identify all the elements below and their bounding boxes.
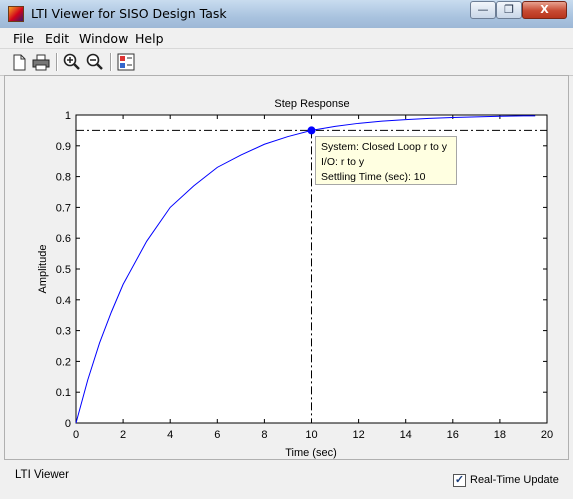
x-tick-label: 14 (400, 429, 412, 441)
chart-title: Step Response (274, 98, 349, 110)
minimize-button[interactable]: — (470, 1, 496, 19)
y-tick-label: 1 (65, 110, 71, 122)
plot-configuration-icon[interactable] (116, 52, 136, 72)
toolbar-separator (56, 53, 57, 71)
y-tick-label: 0.4 (56, 295, 71, 307)
y-tick-label: 0.9 (56, 141, 71, 153)
menu-window[interactable]: Window (79, 31, 128, 46)
menu-bar: File Edit Window Help (0, 28, 573, 48)
menu-edit[interactable]: Edit (45, 31, 69, 46)
window-title: LTI Viewer for SISO Design Task (31, 6, 227, 21)
figure-area: Step Response 0 2 4 6 8 10 12 14 16 18 20 0 0.1 0.2 0.… (4, 75, 569, 460)
matlab-app-icon (8, 6, 24, 22)
y-tick-label: 0 (65, 418, 71, 430)
x-tick-label: 0 (73, 429, 79, 441)
title-bar[interactable]: LTI Viewer for SISO Design Task — ❐ X (0, 0, 573, 29)
zoom-out-icon[interactable] (85, 52, 105, 72)
toolbar-separator (110, 53, 111, 71)
y-tick-label: 0.6 (56, 233, 71, 245)
x-tick-label: 12 (352, 429, 364, 441)
x-tick-label: 10 (305, 429, 317, 441)
zoom-in-icon[interactable] (62, 52, 82, 72)
realtime-update-checkbox[interactable]: ✓ (453, 474, 466, 487)
maximize-button[interactable]: ❐ (496, 1, 522, 19)
menu-file[interactable]: File (13, 31, 34, 46)
x-tick-label: 6 (214, 429, 220, 441)
y-tick-label: 0.2 (56, 356, 71, 368)
y-tick-label: 0.8 (56, 172, 71, 184)
x-tick-label: 16 (447, 429, 459, 441)
y-tick-label: 0.1 (56, 387, 71, 399)
datatip-system: System: Closed Loop r to y (321, 141, 448, 153)
x-tick-label: 20 (541, 429, 553, 441)
y-axis-label: Amplitude (37, 245, 49, 294)
y-tick-label: 0.5 (56, 264, 71, 276)
new-file-icon[interactable] (9, 52, 29, 72)
x-axis-label: Time (sec) (285, 447, 337, 459)
datatip-settling-time: Settling Time (sec): 10 (321, 171, 426, 183)
status-text: LTI Viewer (15, 469, 69, 481)
data-tip[interactable]: System: Closed Loop r to y I/O: r to y S… (315, 136, 457, 185)
step-response-plot[interactable]: Step Response 0 2 4 6 8 10 12 14 16 18 20 0 0.1 0.2 0.… (5, 76, 570, 461)
settling-time-marker (307, 126, 316, 135)
y-tick-label: 0.7 (56, 202, 71, 214)
y-tick-label: 0.3 (56, 326, 71, 338)
close-button[interactable]: X (522, 1, 567, 19)
realtime-update-label: Real-Time Update (470, 474, 559, 486)
datatip-io: I/O: r to y (321, 156, 365, 168)
x-tick-label: 2 (120, 429, 126, 441)
x-tick-label: 4 (167, 429, 173, 441)
x-tick-label: 8 (261, 429, 267, 441)
menu-help[interactable]: Help (135, 31, 164, 46)
x-tick-label: 18 (494, 429, 506, 441)
toolbar (0, 48, 573, 76)
print-icon[interactable] (31, 52, 51, 72)
